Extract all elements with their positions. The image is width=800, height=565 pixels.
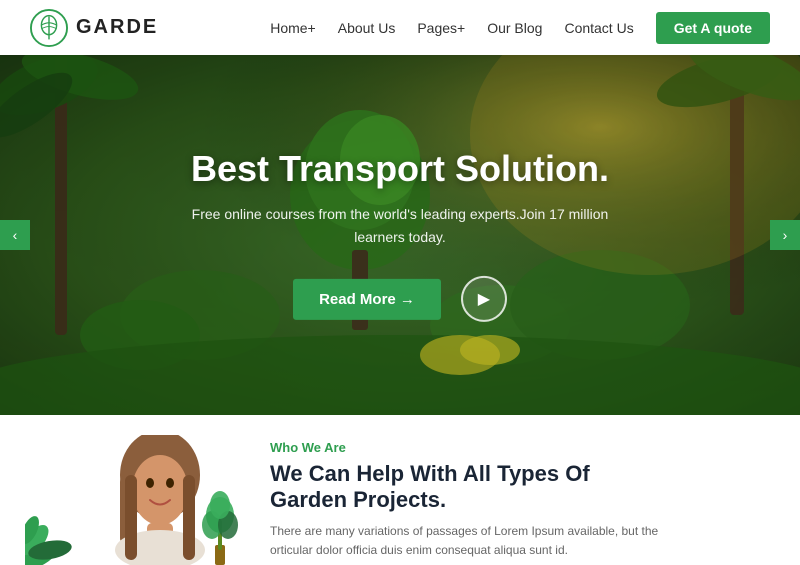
hero-actions: Read More → ▶ (120, 276, 680, 322)
nav-contact[interactable]: Contact Us (564, 20, 633, 36)
hero-section: ‹ Best Transport Solution. Free online c… (0, 55, 800, 415)
header: GARDE Home+ About Us Pages+ Our Blog Con… (0, 0, 800, 55)
hero-title: Best Transport Solution. (120, 148, 680, 189)
nav-pages[interactable]: Pages+ (417, 20, 465, 36)
get-quote-button[interactable]: Get A quote (656, 12, 770, 44)
leaves-decoration (25, 495, 105, 565)
hero-subtitle: Free online courses from the world's lea… (120, 203, 680, 248)
slider-next-button[interactable]: › (770, 220, 800, 250)
navigation: Home+ About Us Pages+ Our Blog Contact U… (270, 12, 770, 44)
who-title: We Can Help With All Types OfGarden Proj… (270, 461, 770, 514)
slider-prev-button[interactable]: ‹ (0, 220, 30, 250)
read-more-button[interactable]: Read More → (293, 279, 441, 320)
read-more-label: Read More → (319, 291, 415, 308)
plant-decoration (190, 475, 250, 565)
nav-about[interactable]: About Us (338, 20, 396, 36)
hero-content: Best Transport Solution. Free online cou… (120, 148, 680, 322)
who-description: There are many variations of passages of… (270, 522, 770, 560)
who-we-are-label: Who We Are (270, 440, 770, 455)
nav-blog[interactable]: Our Blog (487, 20, 542, 36)
bottom-section: Who We Are We Can Help With All Types Of… (0, 415, 800, 560)
chevron-left-icon: ‹ (13, 227, 18, 243)
bottom-text: Who We Are We Can Help With All Types Of… (270, 435, 770, 560)
play-video-button[interactable]: ▶ (461, 276, 507, 322)
nav-home[interactable]: Home+ (270, 20, 316, 36)
play-icon: ▶ (478, 289, 490, 309)
logo-text: GARDE (76, 16, 158, 39)
chevron-right-icon: › (783, 227, 788, 243)
logo[interactable]: GARDE (30, 9, 158, 47)
logo-icon (30, 9, 68, 47)
bottom-left (30, 435, 250, 565)
